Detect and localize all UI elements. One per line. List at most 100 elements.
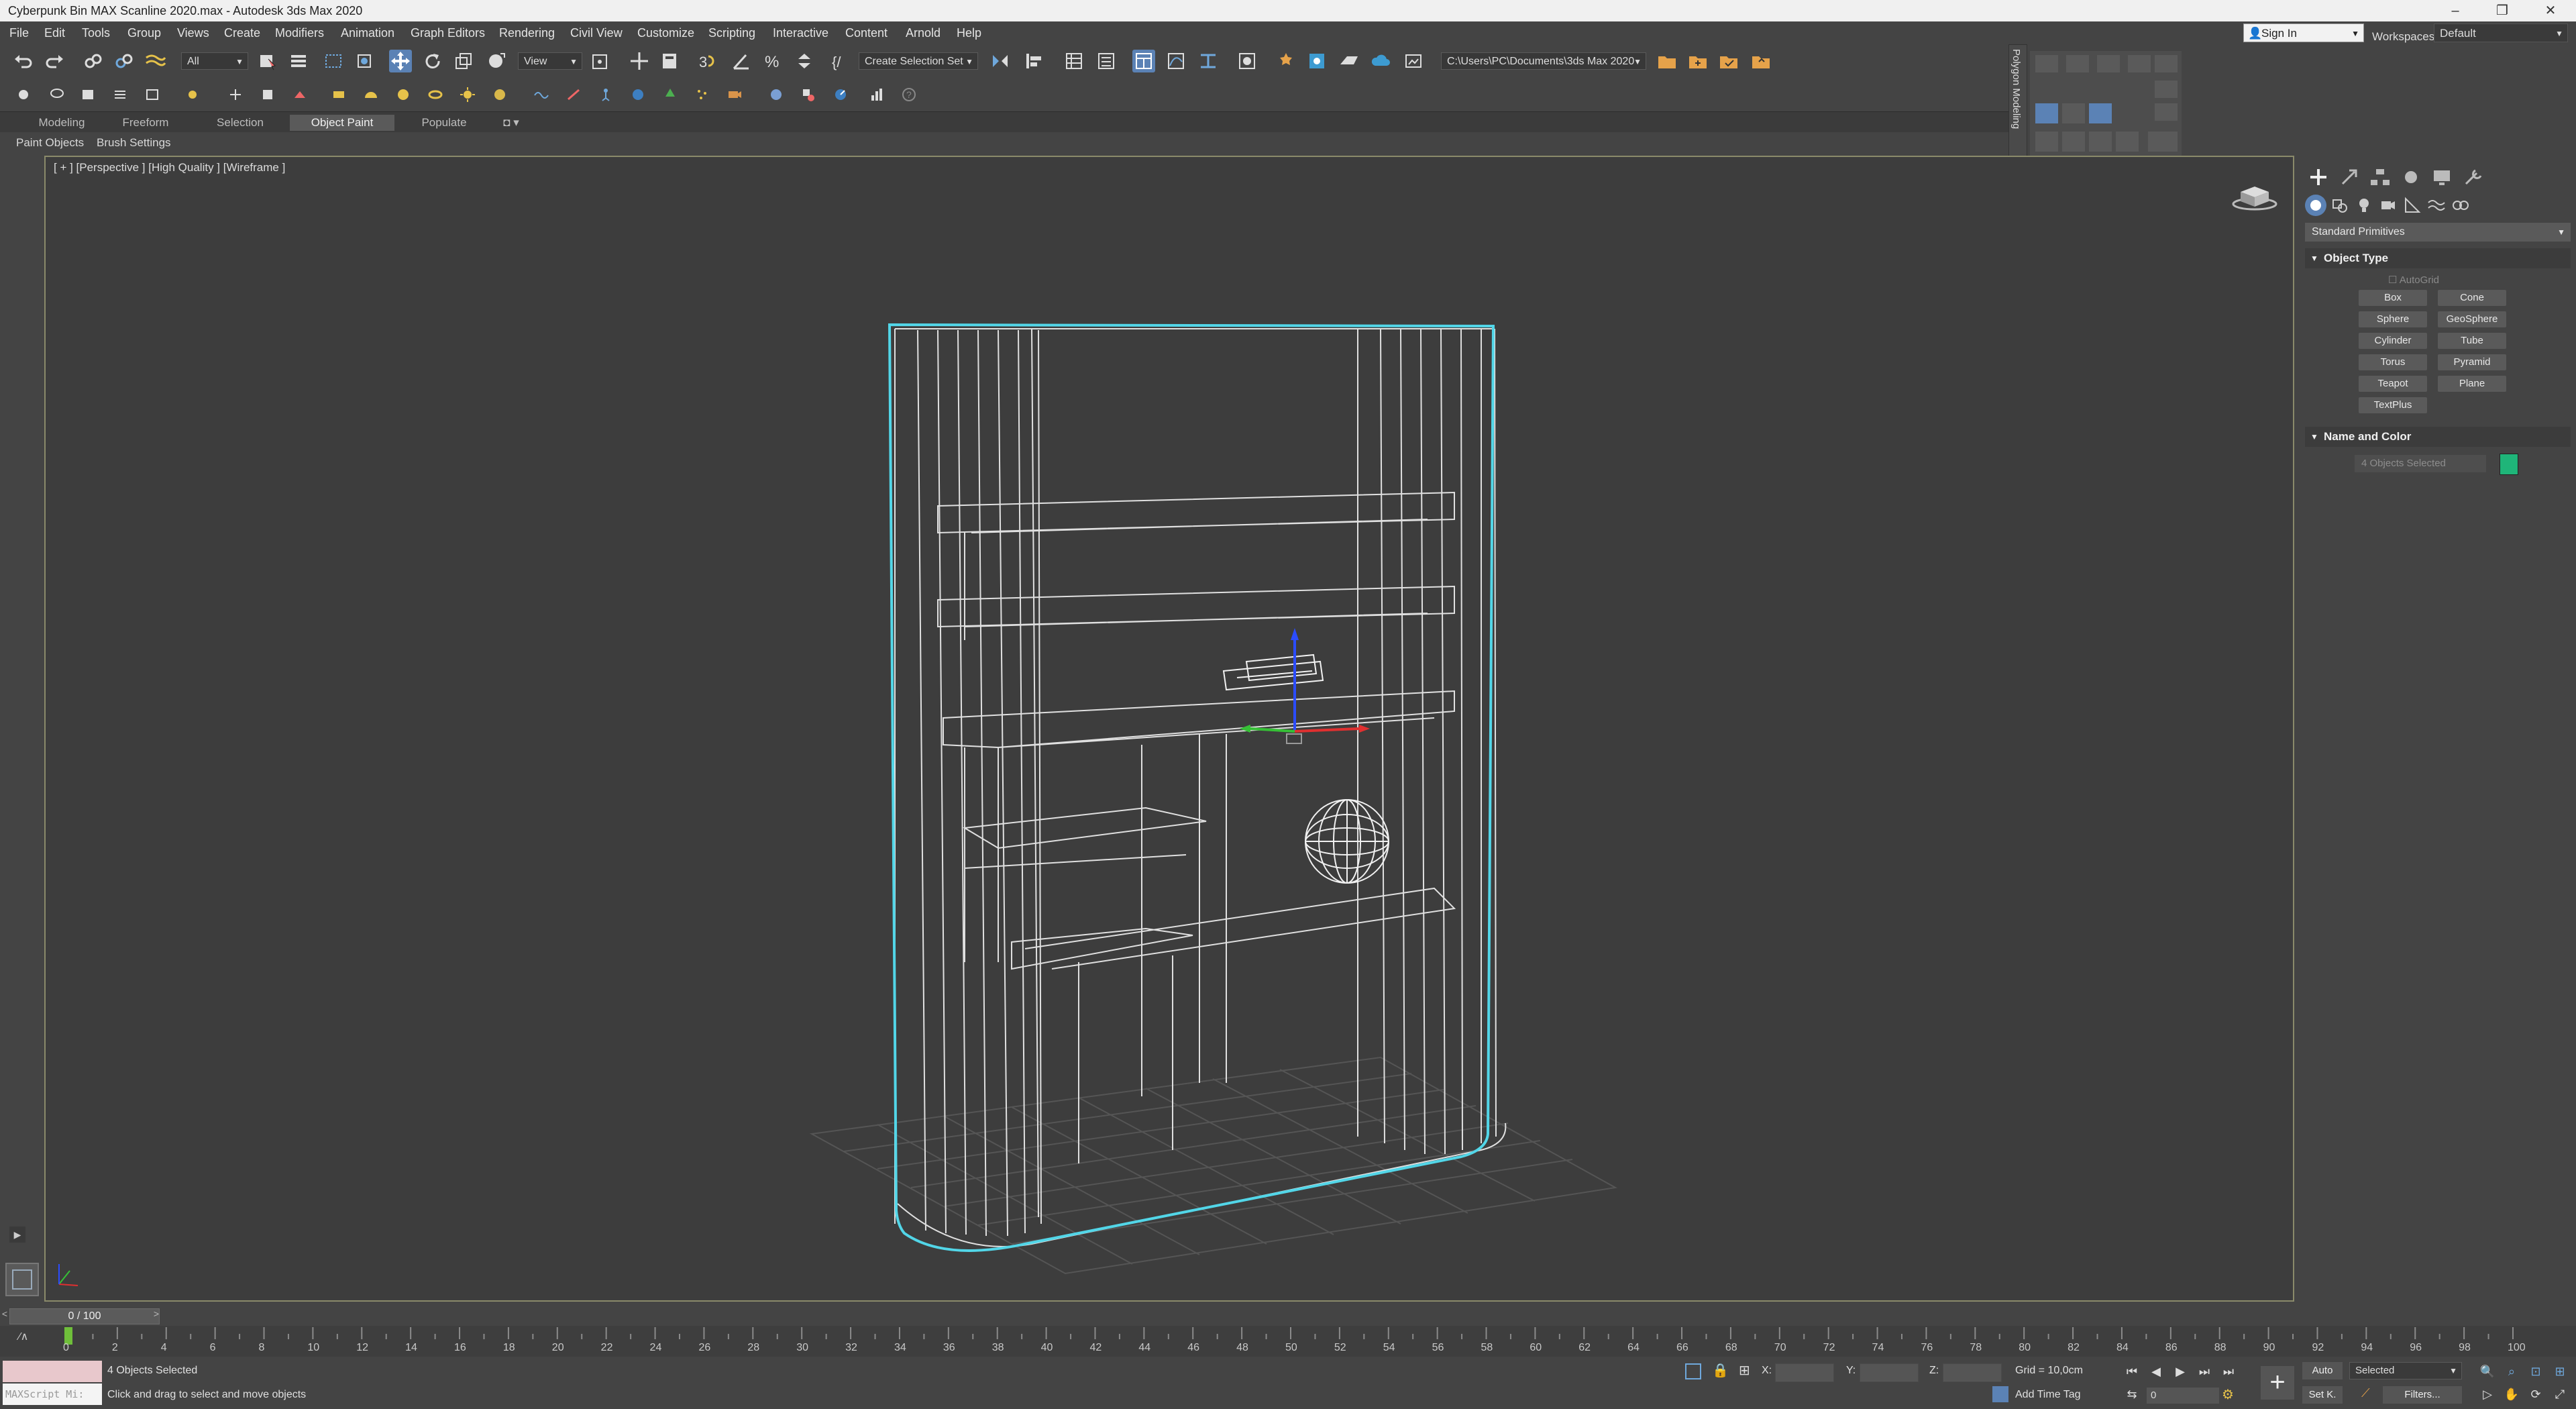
render-in-cloud-icon[interactable]: [1370, 50, 1393, 72]
sign-in-dropdown[interactable]: 👤 Sign In ▼: [2243, 23, 2364, 42]
biped-icon[interactable]: [597, 86, 614, 103]
minimize-button[interactable]: –: [2435, 0, 2475, 21]
pivot-center-icon[interactable]: [589, 50, 612, 72]
menu-modifiers[interactable]: Modifiers: [275, 21, 324, 44]
selection-filter-select[interactable]: All ▼: [181, 52, 248, 70]
named-selection-set-select[interactable]: Create Selection Set ▼: [859, 52, 978, 70]
time-slider-handle[interactable]: 0 / 100: [9, 1308, 160, 1324]
mirror-icon[interactable]: [989, 50, 1012, 72]
percent-snap-icon[interactable]: %: [762, 50, 785, 72]
render-setup-icon[interactable]: [1275, 50, 1297, 72]
frame-spinner[interactable]: 0: [2147, 1388, 2219, 1404]
help-icon[interactable]: ?: [900, 86, 918, 103]
material-editor-icon[interactable]: [1236, 50, 1258, 72]
brush-settings-button[interactable]: Brush Settings: [97, 133, 171, 153]
polygon-modeling-strip[interactable]: Polygon Modeling: [2008, 44, 2027, 160]
name-and-color-rollout[interactable]: ▼ Name and Color: [2305, 427, 2571, 447]
project-folder-select[interactable]: C:\Users\PC\Documents\3ds Max 2020 ▼: [1441, 52, 1646, 70]
create-project-icon[interactable]: [1686, 50, 1709, 72]
render-production-icon[interactable]: [1338, 50, 1360, 72]
isolate-selection-icon[interactable]: [1685, 1363, 1701, 1379]
z-coordinate-field[interactable]: [1943, 1363, 2002, 1382]
expand-layout-icon[interactable]: ▶: [9, 1227, 25, 1243]
cylinder-button[interactable]: Cylinder: [2359, 333, 2427, 349]
auto-key-button[interactable]: Auto: [2302, 1362, 2343, 1379]
object-category-select[interactable]: Standard Primitives ▼: [2305, 223, 2571, 242]
torus-icon[interactable]: [427, 86, 444, 103]
filters-button[interactable]: Filters...: [2383, 1386, 2462, 1404]
motion-tab-icon[interactable]: [2398, 165, 2424, 189]
pyramid-button[interactable]: Pyramid: [2438, 354, 2506, 370]
teapot-button[interactable]: Teapot: [2359, 376, 2427, 392]
set-project-folder-icon[interactable]: [1717, 50, 1740, 72]
paint-select-icon[interactable]: [15, 86, 32, 103]
key-filter-icon[interactable]: ⟋: [2361, 1386, 2377, 1402]
plane-button[interactable]: Plane: [2438, 376, 2506, 392]
utilities-tab-icon[interactable]: [2459, 165, 2486, 189]
isolate-icon[interactable]: [185, 86, 203, 103]
field-of-view-icon[interactable]: ▷: [2478, 1385, 2497, 1404]
reference-coordinate-select[interactable]: View ▼: [518, 52, 582, 70]
coin-icon[interactable]: [491, 86, 508, 103]
viewport-layout-thumbnail[interactable]: [5, 1263, 39, 1296]
project-folder-icon[interactable]: [1656, 50, 1678, 72]
time-tag-icon[interactable]: [1992, 1386, 2008, 1402]
track-bar[interactable]: ⁄∧ 0 2 4 6 8 10 12 14 16 18 20 22 24 26 28 30 32 34 36 38 40…: [0, 1326, 2576, 1357]
layer-explorer-icon[interactable]: [1095, 50, 1118, 72]
menu-civil-view[interactable]: Civil View: [570, 21, 623, 44]
menu-graph-editors[interactable]: Graph Editors: [411, 21, 485, 44]
chart-icon[interactable]: [868, 86, 885, 103]
lights-category-icon[interactable]: [2353, 195, 2375, 216]
spinner-snap-icon[interactable]: [793, 50, 816, 72]
geosphere-button[interactable]: GeoSphere: [2438, 311, 2506, 327]
a360-gallery-icon[interactable]: [1402, 50, 1425, 72]
list-icon[interactable]: [111, 86, 129, 103]
angle-snap-icon[interactable]: [730, 50, 753, 72]
sphere-icon[interactable]: [394, 86, 412, 103]
move-icon[interactable]: [389, 50, 412, 72]
menu-file[interactable]: File: [9, 21, 29, 44]
graphite-icons[interactable]: [2030, 51, 2182, 158]
tab-modeling[interactable]: Modeling: [27, 115, 97, 131]
window-crossing-icon[interactable]: [353, 50, 376, 72]
zoom-extents-all-icon[interactable]: ⊞: [2551, 1362, 2569, 1381]
redo-icon[interactable]: [43, 50, 66, 72]
absolute-mode-icon[interactable]: ⊞: [1739, 1362, 1750, 1379]
select-object-icon[interactable]: [256, 50, 279, 72]
next-key-icon[interactable]: ⏭: [2195, 1362, 2214, 1381]
maxscript-input[interactable]: MAXScript Mi:: [3, 1384, 102, 1405]
keyboard-shortcut-override-icon[interactable]: [659, 50, 682, 72]
wave-icon[interactable]: [533, 86, 550, 103]
sphere-button[interactable]: Sphere: [2359, 311, 2427, 327]
restore-button[interactable]: ❐: [2482, 0, 2522, 21]
menu-arnold[interactable]: Arnold: [906, 21, 941, 44]
torus-button[interactable]: Torus: [2359, 354, 2427, 370]
curve-editor-icon[interactable]: [1165, 50, 1187, 72]
globe-icon[interactable]: [629, 86, 647, 103]
previous-frame-icon[interactable]: <: [0, 1308, 9, 1319]
key-mode-icon[interactable]: ⇆: [2123, 1385, 2141, 1404]
particle-icon[interactable]: [694, 86, 711, 103]
freeze-icon[interactable]: [227, 86, 244, 103]
tab-object-paint[interactable]: Object Paint: [290, 115, 394, 131]
add-time-tag-button[interactable]: Add Time Tag: [2015, 1389, 2081, 1401]
menu-views[interactable]: Views: [177, 21, 209, 44]
menu-animation[interactable]: Animation: [341, 21, 394, 44]
menu-customize[interactable]: Customize: [637, 21, 694, 44]
tube-button[interactable]: Tube: [2438, 333, 2506, 349]
select-by-name-icon[interactable]: [287, 50, 310, 72]
next-frame-icon[interactable]: >: [152, 1308, 161, 1319]
autogrid-checkbox[interactable]: ☐ AutoGrid: [2388, 274, 2439, 286]
bind-spacewarp-icon[interactable]: [144, 50, 166, 72]
object-name-field[interactable]: 4 Objects Selected: [2355, 455, 2486, 472]
modify-tab-icon[interactable]: [2336, 165, 2363, 189]
tree-icon[interactable]: [661, 86, 679, 103]
go-to-end-icon[interactable]: ⏭: [2219, 1362, 2238, 1381]
geometry-category-icon[interactable]: [2305, 195, 2326, 216]
spacewarp-icon[interactable]: [800, 86, 817, 103]
snaps-toggle-icon[interactable]: 3: [696, 50, 719, 72]
menu-scripting[interactable]: Scripting: [708, 21, 755, 44]
toggle-ribbon-icon[interactable]: [1132, 50, 1155, 72]
x-coordinate-field[interactable]: [1775, 1363, 1834, 1382]
paint-objects-button[interactable]: Paint Objects: [16, 133, 84, 153]
